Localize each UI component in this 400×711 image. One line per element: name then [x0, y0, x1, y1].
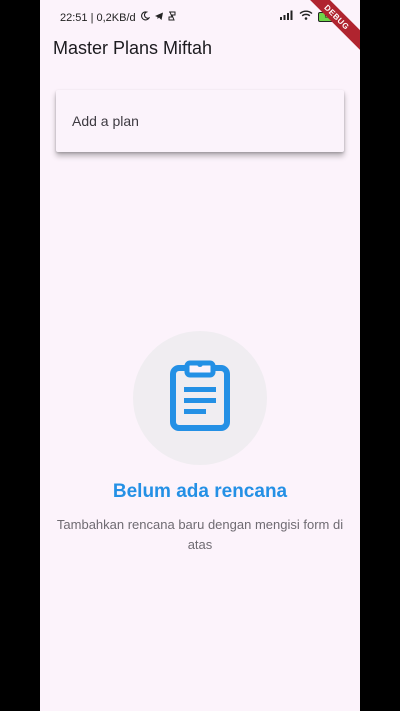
signal-icon — [280, 10, 294, 23]
status-bar: 22:51 | 0,2KB/d — [40, 0, 360, 34]
empty-state: Belum ada rencana Tambahkan rencana baru… — [40, 331, 360, 555]
empty-state-title: Belum ada rencana — [112, 481, 288, 502]
moon-icon — [140, 11, 151, 24]
app-bar-title: Master Plans Miftah — [53, 38, 213, 58]
app-notification-icon — [168, 11, 176, 24]
add-plan-input[interactable]: Add a plan — [72, 113, 139, 129]
app-screen: 22:51 | 0,2KB/d DEBUG Master Plans Mifta… — [40, 0, 360, 711]
empty-state-icon-circle — [133, 331, 267, 465]
wifi-icon — [299, 10, 313, 23]
telegram-icon — [154, 11, 164, 24]
empty-state-subtitle: Tambahkan rencana baru dengan mengisi fo… — [56, 517, 344, 552]
add-plan-card[interactable]: Add a plan — [56, 90, 344, 152]
status-time: 22:51 | 0,2KB/d — [60, 11, 136, 24]
status-left: 22:51 | 0,2KB/d — [60, 11, 176, 24]
clipboard-icon — [169, 360, 231, 437]
